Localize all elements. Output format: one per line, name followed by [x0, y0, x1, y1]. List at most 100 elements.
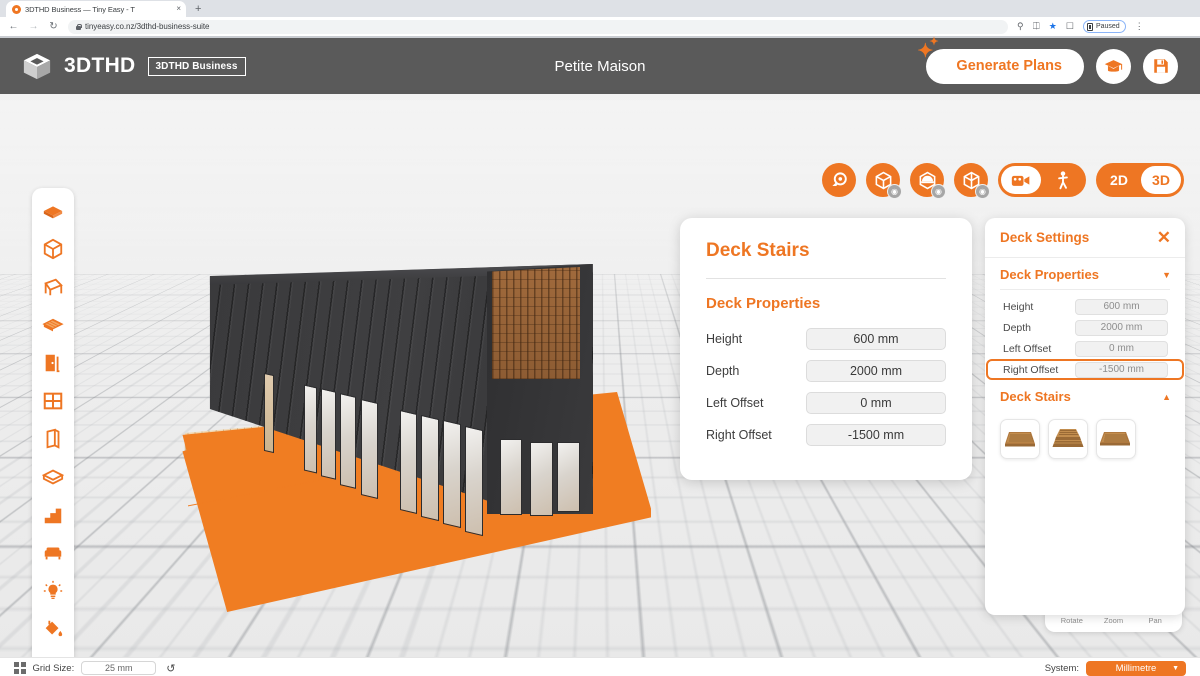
window-panel [361, 399, 378, 499]
box-view-button[interactable]: ◉ [866, 163, 902, 199]
url-text: tinyeasy.co.nz/3dthd-business-suite [85, 22, 210, 31]
dimension-toggle: 2D 3D [1096, 163, 1184, 197]
key-icon[interactable]: ⚲ [1017, 22, 1024, 31]
tutorials-button[interactable] [1096, 48, 1131, 84]
field-value-right-offset[interactable]: -1500 mm [806, 424, 946, 446]
reset-icon[interactable]: ↺ [166, 662, 175, 675]
tab-2d[interactable]: 2D [1099, 166, 1139, 194]
video-camera-icon [1011, 175, 1030, 186]
field-value-height[interactable]: 600 mm [806, 328, 946, 350]
panel-title: Deck Settings [1000, 230, 1090, 245]
dialog-field-row: Depth 2000 mm [706, 360, 946, 382]
stair-style-1-option[interactable] [1000, 419, 1040, 459]
sidebar-item-door[interactable] [35, 345, 71, 381]
back-icon[interactable]: ← [8, 21, 19, 32]
grid-size-input[interactable]: 25 mm [81, 661, 157, 675]
sidebar-item-stairs[interactable] [35, 497, 71, 533]
window-panel [443, 419, 461, 529]
sidebar-item-room[interactable] [35, 231, 71, 267]
walkthrough-mode-button[interactable] [1043, 166, 1083, 194]
dialog-field-row: Height 600 mm [706, 328, 946, 350]
cube-logo-icon [23, 53, 51, 80]
unit-system-select[interactable]: Millimetre ▼ [1086, 660, 1186, 676]
generate-plans-button[interactable]: ✦ ✦ Generate Plans [917, 36, 1084, 84]
measure-tool-button[interactable] [822, 163, 856, 197]
row-label: Right Offset [1003, 363, 1059, 376]
status-bar-right: System: Millimetre ▼ [1045, 660, 1186, 676]
browser-chrome: 3DTHD Business — Tiny Easy - T × + ← → ↻… [0, 0, 1200, 38]
save-button[interactable] [1143, 48, 1178, 84]
app-header: 3DTHD 3DTHD Business Petite Maison ✦ ✦ G… [0, 36, 1200, 94]
forward-icon[interactable]: → [28, 21, 39, 32]
close-icon[interactable]: ✕ [1157, 229, 1171, 246]
sidebar-item-deck[interactable] [35, 307, 71, 343]
section-view-button[interactable]: ◉ [954, 163, 990, 199]
window-panel [557, 442, 580, 512]
close-icon[interactable]: × [174, 5, 181, 13]
roof-icon [44, 278, 63, 296]
field-label-left-offset: Left Offset [706, 396, 764, 410]
window-panel [530, 442, 553, 516]
sidebar-item-window[interactable] [35, 383, 71, 419]
save-disk-icon [1153, 59, 1168, 73]
visibility-badge-icon[interactable]: ◉ [975, 184, 990, 199]
chevron-down-icon[interactable]: ▼ [1162, 270, 1171, 280]
reload-icon[interactable]: ↻ [48, 21, 59, 32]
window-panel [421, 414, 439, 522]
brand-logo[interactable]: 3DTHD 3DTHD Business [22, 51, 246, 81]
stair-style-3-option[interactable] [1096, 419, 1136, 459]
row-value[interactable]: 2000 mm [1075, 319, 1168, 336]
camera-mode-button[interactable] [1001, 166, 1041, 194]
sofa-icon [44, 547, 62, 560]
window-icon [43, 392, 63, 410]
bookmark-star-icon[interactable]: ★ [1049, 22, 1057, 31]
chevron-up-icon[interactable]: ▲ [1162, 392, 1171, 402]
section-title: Deck Stairs [1000, 389, 1071, 404]
unit-system-value: Millimetre [1115, 662, 1157, 674]
window-panel [500, 439, 522, 515]
grid-icon [14, 662, 26, 674]
section-title: Deck Properties [1000, 267, 1099, 282]
sidebar-item-wall[interactable] [35, 421, 71, 457]
deck-stairs-section-header[interactable]: Deck Stairs ▲ [985, 380, 1185, 411]
new-tab-button[interactable]: + [195, 4, 201, 17]
dialog-section-title: Deck Properties [706, 295, 821, 312]
paint-bucket-icon [45, 620, 63, 637]
stair-style-2-option[interactable] [1048, 419, 1088, 459]
pause-icon [1086, 22, 1093, 31]
panel-row-height: Height 600 mm [986, 296, 1184, 317]
window-panel [465, 425, 483, 537]
dome-view-button[interactable]: ◉ [910, 163, 946, 199]
share-icon[interactable]: ⎅ [1033, 22, 1040, 31]
deck-properties-section-header[interactable]: Deck Properties ▼ [985, 258, 1185, 289]
section-divider [1000, 289, 1170, 290]
window-panel [264, 372, 274, 454]
field-value-depth[interactable]: 2000 mm [806, 360, 946, 382]
visibility-badge-icon[interactable]: ◉ [931, 184, 946, 199]
field-value-left-offset[interactable]: 0 mm [806, 392, 946, 414]
window-panel [321, 388, 336, 480]
browser-tab[interactable]: 3DTHD Business — Tiny Easy - T × [6, 1, 186, 17]
sidepanel-icon[interactable]: ☐ [1066, 22, 1074, 31]
sidebar-item-foundation[interactable] [35, 193, 71, 229]
sidebar-item-lighting[interactable] [35, 573, 71, 609]
row-value[interactable]: -1500 mm [1075, 361, 1168, 378]
sidebar-item-slab[interactable] [35, 459, 71, 495]
logo-badge: 3DTHD Business [147, 56, 246, 76]
devtools-paused-indicator[interactable]: Paused [1082, 20, 1126, 33]
browser-menu-icon[interactable]: ⋮ [1135, 22, 1144, 31]
sidebar-item-roof[interactable] [35, 269, 71, 305]
sparkle-small-icon: ✦ [929, 35, 939, 48]
chevron-down-icon: ▼ [1172, 664, 1179, 672]
sidebar-item-materials[interactable] [35, 611, 71, 647]
sidebar-item-furniture[interactable] [35, 535, 71, 571]
grid-size-label: Grid Size: [32, 662, 75, 674]
lightbulb-icon [43, 580, 63, 599]
row-value[interactable]: 0 mm [1075, 340, 1168, 357]
tab-title: 3DTHD Business — Tiny Easy - T [25, 4, 135, 14]
tab-3d[interactable]: 3D [1141, 166, 1181, 194]
walking-person-icon [1058, 170, 1068, 189]
visibility-badge-icon[interactable]: ◉ [887, 184, 902, 199]
row-value[interactable]: 600 mm [1075, 298, 1168, 315]
address-bar[interactable]: tinyeasy.co.nz/3dthd-business-suite [68, 19, 1008, 34]
